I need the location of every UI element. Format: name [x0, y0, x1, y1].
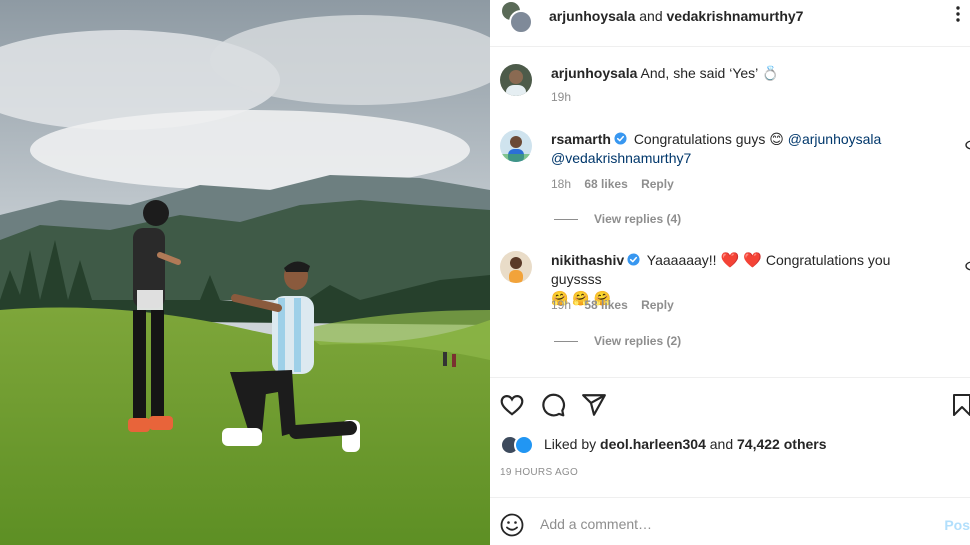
comment-text: Congratulations guys	[633, 131, 766, 147]
more-icon[interactable]	[948, 4, 968, 24]
post-header: arjunhoysala and vedakrishnamurthy7	[490, 0, 970, 47]
reply-button[interactable]: Reply	[641, 177, 674, 191]
comment-like-heart-icon[interactable]	[964, 140, 970, 150]
view-replies-button[interactable]: View replies (2)	[554, 334, 681, 348]
ring-emoji: 💍	[761, 65, 780, 81]
header-user2-link[interactable]: vedakrishnamurthy7	[667, 8, 804, 24]
caption-username[interactable]: arjunhoysala	[551, 65, 637, 81]
smile-icon[interactable]	[500, 513, 524, 537]
share-icon[interactable]	[581, 392, 607, 418]
header-title: arjunhoysala and vedakrishnamurthy7	[549, 7, 803, 25]
comment-text: Yaaaaaay!!	[646, 252, 717, 268]
liked-by-label: Liked by	[544, 436, 597, 452]
avatar-image	[509, 257, 523, 283]
avatar[interactable]	[514, 435, 534, 455]
view-replies-label: View replies (4)	[594, 212, 682, 226]
header-user1-link[interactable]: arjunhoysala	[549, 8, 635, 24]
proposal-photo-image	[0, 0, 490, 545]
add-comment-bar: Pos	[490, 497, 970, 545]
caption-text: And, she said ‘Yes’	[640, 65, 758, 81]
avatar-image	[506, 70, 526, 96]
liked-by-and: and	[709, 436, 734, 452]
post-button[interactable]: Pos	[944, 517, 970, 533]
comment-username[interactable]: nikithashiv	[551, 252, 624, 268]
avatar[interactable]	[500, 64, 532, 96]
caption-time[interactable]: 19h	[551, 90, 571, 104]
post-timestamp[interactable]: 19 HOURS AGO	[500, 467, 578, 478]
comment-likes[interactable]: 68 likes	[584, 177, 627, 191]
comment-like-heart-icon[interactable]	[964, 261, 970, 271]
caption-meta: 19h	[551, 90, 581, 104]
caption-body: arjunhoysala And, she said ‘Yes’ 💍	[551, 64, 940, 83]
comment-time[interactable]: 19h	[551, 298, 571, 312]
post-actions: Liked by deol.harleen304 and 74,422 othe…	[490, 377, 970, 497]
heart-icon[interactable]	[499, 392, 525, 418]
heart-emojis: ❤️ ❤️	[720, 252, 762, 269]
comment-input[interactable]	[540, 512, 920, 536]
post-photo[interactable]	[0, 0, 490, 545]
view-replies-line	[554, 219, 578, 221]
avatar-vedakrishnamurthy7[interactable]	[509, 10, 533, 34]
bookmark-icon[interactable]	[952, 392, 970, 418]
reply-button[interactable]: Reply	[641, 298, 674, 312]
view-replies-button[interactable]: View replies (4)	[554, 212, 681, 226]
view-replies-line	[554, 341, 578, 343]
comment-username[interactable]: rsamarth	[551, 131, 611, 147]
avatar[interactable]	[500, 130, 532, 162]
liked-by-avatars	[500, 435, 540, 455]
view-replies-label: View replies (2)	[594, 334, 682, 348]
mention-link[interactable]: @vedakrishnamurthy7	[551, 150, 691, 166]
comment-meta: 19h 58 likes Reply	[551, 298, 684, 312]
header-and-text: and	[639, 8, 663, 24]
avatar[interactable]	[500, 251, 532, 283]
liked-by-user-link[interactable]: deol.harleen304	[600, 436, 706, 452]
header-avatars[interactable]	[498, 0, 534, 36]
liked-by-text: Liked by deol.harleen304 and 74,422 othe…	[544, 436, 827, 452]
comment-likes[interactable]: 58 likes	[584, 298, 627, 312]
avatar-image	[500, 136, 532, 162]
mention-link[interactable]: @arjunhoysala	[788, 131, 882, 147]
comment-meta: 18h 68 likes Reply	[551, 177, 684, 191]
verified-icon	[627, 253, 640, 266]
comment-icon[interactable]	[540, 392, 566, 418]
smile-emoji: 😊	[769, 131, 784, 147]
likes-count-link[interactable]: 74,422 others	[737, 436, 827, 452]
post-details-panel: arjunhoysala and vedakrishnamurthy7 arju…	[490, 0, 970, 545]
verified-icon	[614, 132, 627, 145]
comment-time[interactable]: 18h	[551, 177, 571, 191]
comment-body: rsamarth Congratulations guys 😊 @arjunho…	[551, 130, 940, 168]
